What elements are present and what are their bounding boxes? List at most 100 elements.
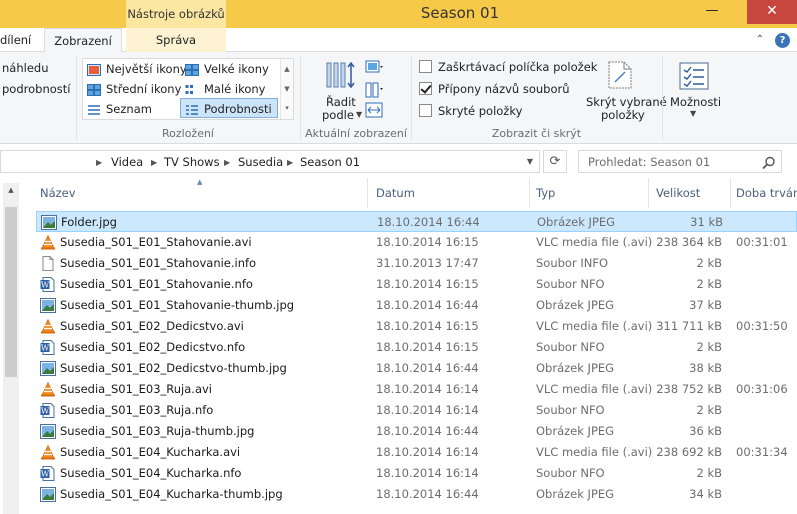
scrollbar-thumb[interactable]: [5, 207, 17, 377]
file-row[interactable]: Susedia_S01_E01_Stahovanie-thumb.jpg 18.1…: [36, 295, 797, 316]
sort-by-label-1[interactable]: Řadit: [326, 95, 356, 109]
column-header-date[interactable]: Datum: [370, 178, 528, 208]
svg-text:W: W: [41, 407, 50, 416]
file-row[interactable]: Folder.jpg 18.10.2014 16:44 Obrázek JPEG 31…: [36, 211, 797, 232]
small-icons-icon: [185, 83, 199, 95]
file-row[interactable]: W Susedia_S01_E03_Ruja.nfo 18.10.2014 16:1…: [36, 400, 797, 421]
file-row[interactable]: W Susedia_S01_E02_Dedicstvo.nfo 18.10.2014…: [36, 337, 797, 358]
file-row[interactable]: Susedia_S01_E01_Stahovanie.info 31.10.201…: [36, 253, 797, 274]
file-row[interactable]: Susedia_S01_E03_Ruja-thumb.jpg 18.10.2014…: [36, 421, 797, 442]
column-header-type[interactable]: Typ: [530, 178, 646, 208]
breadcrumb-season-01[interactable]: Season 01: [300, 151, 360, 173]
breadcrumb-tv-shows[interactable]: TV Shows: [164, 151, 220, 173]
file-size: 2 kB: [696, 466, 722, 480]
file-name: Susedia_S01_E03_Ruja.nfo: [60, 403, 214, 417]
address-history-dropdown-icon[interactable]: ▼: [522, 151, 538, 173]
group-label-current-view: Aktuální zobrazení: [305, 127, 407, 140]
file-extensions-checkbox[interactable]: [419, 82, 432, 95]
sort-by-label-2[interactable]: podle: [322, 108, 354, 122]
address-bar[interactable]: ▶ Videa ▶ TV Shows ▶ Susedia ▶ Season 01…: [0, 150, 540, 173]
file-size: 2 kB: [696, 340, 722, 354]
hide-selected-label-1[interactable]: Skrýt vybrané: [586, 95, 667, 109]
preview-pane-button[interactable]: náhledu: [2, 61, 48, 75]
file-row[interactable]: Susedia_S01_E04_Kucharka.avi 18.10.2014 1…: [36, 442, 797, 463]
file-list: Folder.jpg 18.10.2014 16:44 Obrázek JPEG 31…: [36, 211, 797, 514]
layout-details[interactable]: Podrobnosti: [182, 100, 272, 118]
column-header-size[interactable]: Velikost: [650, 178, 728, 208]
chevron-up-icon[interactable]: ▲: [3, 183, 19, 198]
options-label[interactable]: Možnosti: [670, 95, 721, 109]
search-icon[interactable]: [762, 156, 776, 170]
options-dropdown-icon[interactable]: ▼: [690, 109, 696, 118]
file-extensions-label[interactable]: Přípony názvů souborů: [438, 82, 570, 96]
file-name: Susedia_S01_E01_Stahovanie-thumb.jpg: [60, 298, 295, 312]
more-layouts-icon[interactable]: ▾: [281, 99, 293, 117]
minimize-button[interactable]: —: [697, 0, 727, 24]
chevron-up-icon[interactable]: ▲: [281, 59, 293, 79]
refresh-icon[interactable]: ⟳: [543, 150, 567, 173]
wordpad-document-icon: W: [40, 340, 56, 355]
chevron-down-icon[interactable]: ▼: [281, 79, 293, 99]
details-pane-button[interactable]: podrobností: [2, 82, 70, 96]
hidden-items-checkbox[interactable]: [419, 104, 432, 117]
file-name: Susedia_S01_E01_Stahovanie.nfo: [60, 277, 253, 291]
layout-medium-icons[interactable]: Střední ikony: [84, 80, 181, 98]
add-columns-icon[interactable]: [365, 82, 383, 98]
group-label-show-hide: Zobrazit či skrýt: [491, 127, 582, 140]
layout-item-label: Seznam: [106, 102, 152, 116]
column-divider[interactable]: [648, 178, 649, 208]
item-checkboxes-checkbox[interactable]: [419, 60, 432, 73]
tab-manage[interactable]: Správa: [126, 28, 226, 52]
chevron-up-icon[interactable]: ⌃: [752, 32, 768, 48]
breadcrumb-separator[interactable]: ▶: [151, 151, 157, 174]
file-date: 18.10.2014 16:14: [376, 466, 479, 480]
svg-text:W: W: [41, 344, 50, 353]
file-row[interactable]: W Susedia_S01_E01_Stahovanie.nfo 18.10.201…: [36, 274, 797, 295]
file-size: 238 692 kB: [656, 445, 722, 459]
layout-large-icons[interactable]: Velké ikony: [182, 60, 269, 78]
file-row[interactable]: Susedia_S01_E02_Dedicstvo-thumb.jpg 18.10…: [36, 358, 797, 379]
search-input[interactable]: Prohledat: Season 01: [578, 150, 782, 173]
breadcrumb-videa[interactable]: Videa: [111, 151, 143, 173]
breadcrumb-separator[interactable]: ▶: [224, 151, 230, 174]
jpeg-image-icon: [40, 487, 56, 502]
file-row[interactable]: Susedia_S01_E01_Stahovanie.avi 18.10.2014…: [36, 232, 797, 253]
extra-large-icons-icon: [87, 63, 101, 76]
group-by-icon[interactable]: [365, 60, 383, 76]
breadcrumb-separator[interactable]: ▶: [96, 151, 102, 174]
column-divider[interactable]: [367, 178, 368, 208]
file-size: 238 364 kB: [656, 235, 722, 249]
vlc-cone-icon: [40, 318, 56, 334]
medium-icons-icon: [87, 83, 101, 96]
layout-gallery-scroll[interactable]: ▲ ▼ ▾: [280, 59, 293, 119]
details-view-icon: [185, 103, 199, 115]
file-date: 31.10.2013 17:47: [376, 256, 479, 270]
layout-extra-large-icons[interactable]: Největší ikony: [84, 60, 187, 78]
file-size: 38 kB: [689, 361, 722, 375]
tab-view[interactable]: Zobrazení: [44, 28, 122, 53]
size-columns-icon[interactable]: [365, 102, 383, 118]
breadcrumb-susedia[interactable]: Susedia: [238, 151, 283, 173]
tab-share[interactable]: dílení: [0, 28, 40, 52]
hidden-items-label[interactable]: Skryté položky: [438, 104, 522, 118]
file-date: 18.10.2014 16:14: [376, 445, 479, 459]
close-button[interactable]: ✕: [747, 0, 797, 24]
navigation-pane-scrollbar[interactable]: ▲: [3, 183, 19, 514]
file-row[interactable]: W Susedia_S01_E04_Kucharka.nfo 18.10.2014 …: [36, 463, 797, 484]
sort-by-dropdown-icon[interactable]: ▼: [356, 110, 362, 119]
breadcrumb-separator[interactable]: ▶: [287, 151, 293, 174]
hide-selected-label-2[interactable]: položky: [601, 108, 645, 122]
file-date: 18.10.2014 16:15: [376, 319, 479, 333]
layout-list[interactable]: Seznam: [84, 100, 152, 118]
item-checkboxes-label[interactable]: Zaškrtávací políčka položek: [438, 60, 597, 74]
file-row[interactable]: Susedia_S01_E02_Dedicstvo.avi 18.10.2014 …: [36, 316, 797, 337]
file-size: 31 kB: [690, 215, 723, 229]
file-row[interactable]: Susedia_S01_E03_Ruja.avi 18.10.2014 16:14…: [36, 379, 797, 400]
help-icon[interactable]: ?: [775, 33, 790, 48]
file-row[interactable]: Susedia_S01_E04_Kucharka-thumb.jpg 18.10.…: [36, 484, 797, 505]
file-size: 34 kB: [689, 487, 722, 501]
options-icon[interactable]: [679, 62, 709, 90]
layout-small-icons[interactable]: Malé ikony: [182, 80, 265, 98]
column-header-duration[interactable]: Doba trván: [730, 178, 797, 208]
hide-selected-icon[interactable]: [607, 60, 633, 90]
